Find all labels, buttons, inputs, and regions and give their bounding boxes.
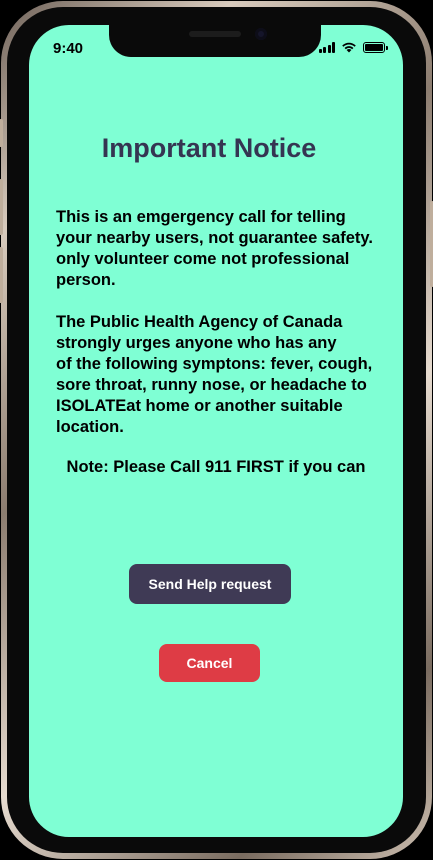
mute-switch xyxy=(0,119,3,147)
status-time: 9:40 xyxy=(53,40,84,57)
wifi-icon xyxy=(342,42,356,53)
notice-body: This is an emgergency call for telling y… xyxy=(56,207,396,438)
send-help-request-button[interactable]: Send Help request xyxy=(129,564,291,604)
volume-up-button xyxy=(0,179,3,235)
front-camera xyxy=(255,28,267,40)
disclaimer-paragraph: This is an emgergency call for telling y… xyxy=(56,208,373,289)
notch xyxy=(109,25,321,57)
health-agency-paragraph: The Public Health Agency of Canada stron… xyxy=(56,313,373,436)
volume-down-button xyxy=(0,247,3,303)
call-911-note: Note: Please Call 911 FIRST if you can xyxy=(66,458,366,476)
battery-icon xyxy=(363,41,388,53)
notice-title: Important Notice xyxy=(101,133,317,163)
speaker-grille xyxy=(189,31,241,37)
cancel-button[interactable]: Cancel xyxy=(159,644,260,682)
app-screen: 9:40 Important Notice This is an emgerge… xyxy=(29,25,403,837)
cellular-signal-icon xyxy=(318,41,335,53)
status-icons xyxy=(318,41,388,53)
